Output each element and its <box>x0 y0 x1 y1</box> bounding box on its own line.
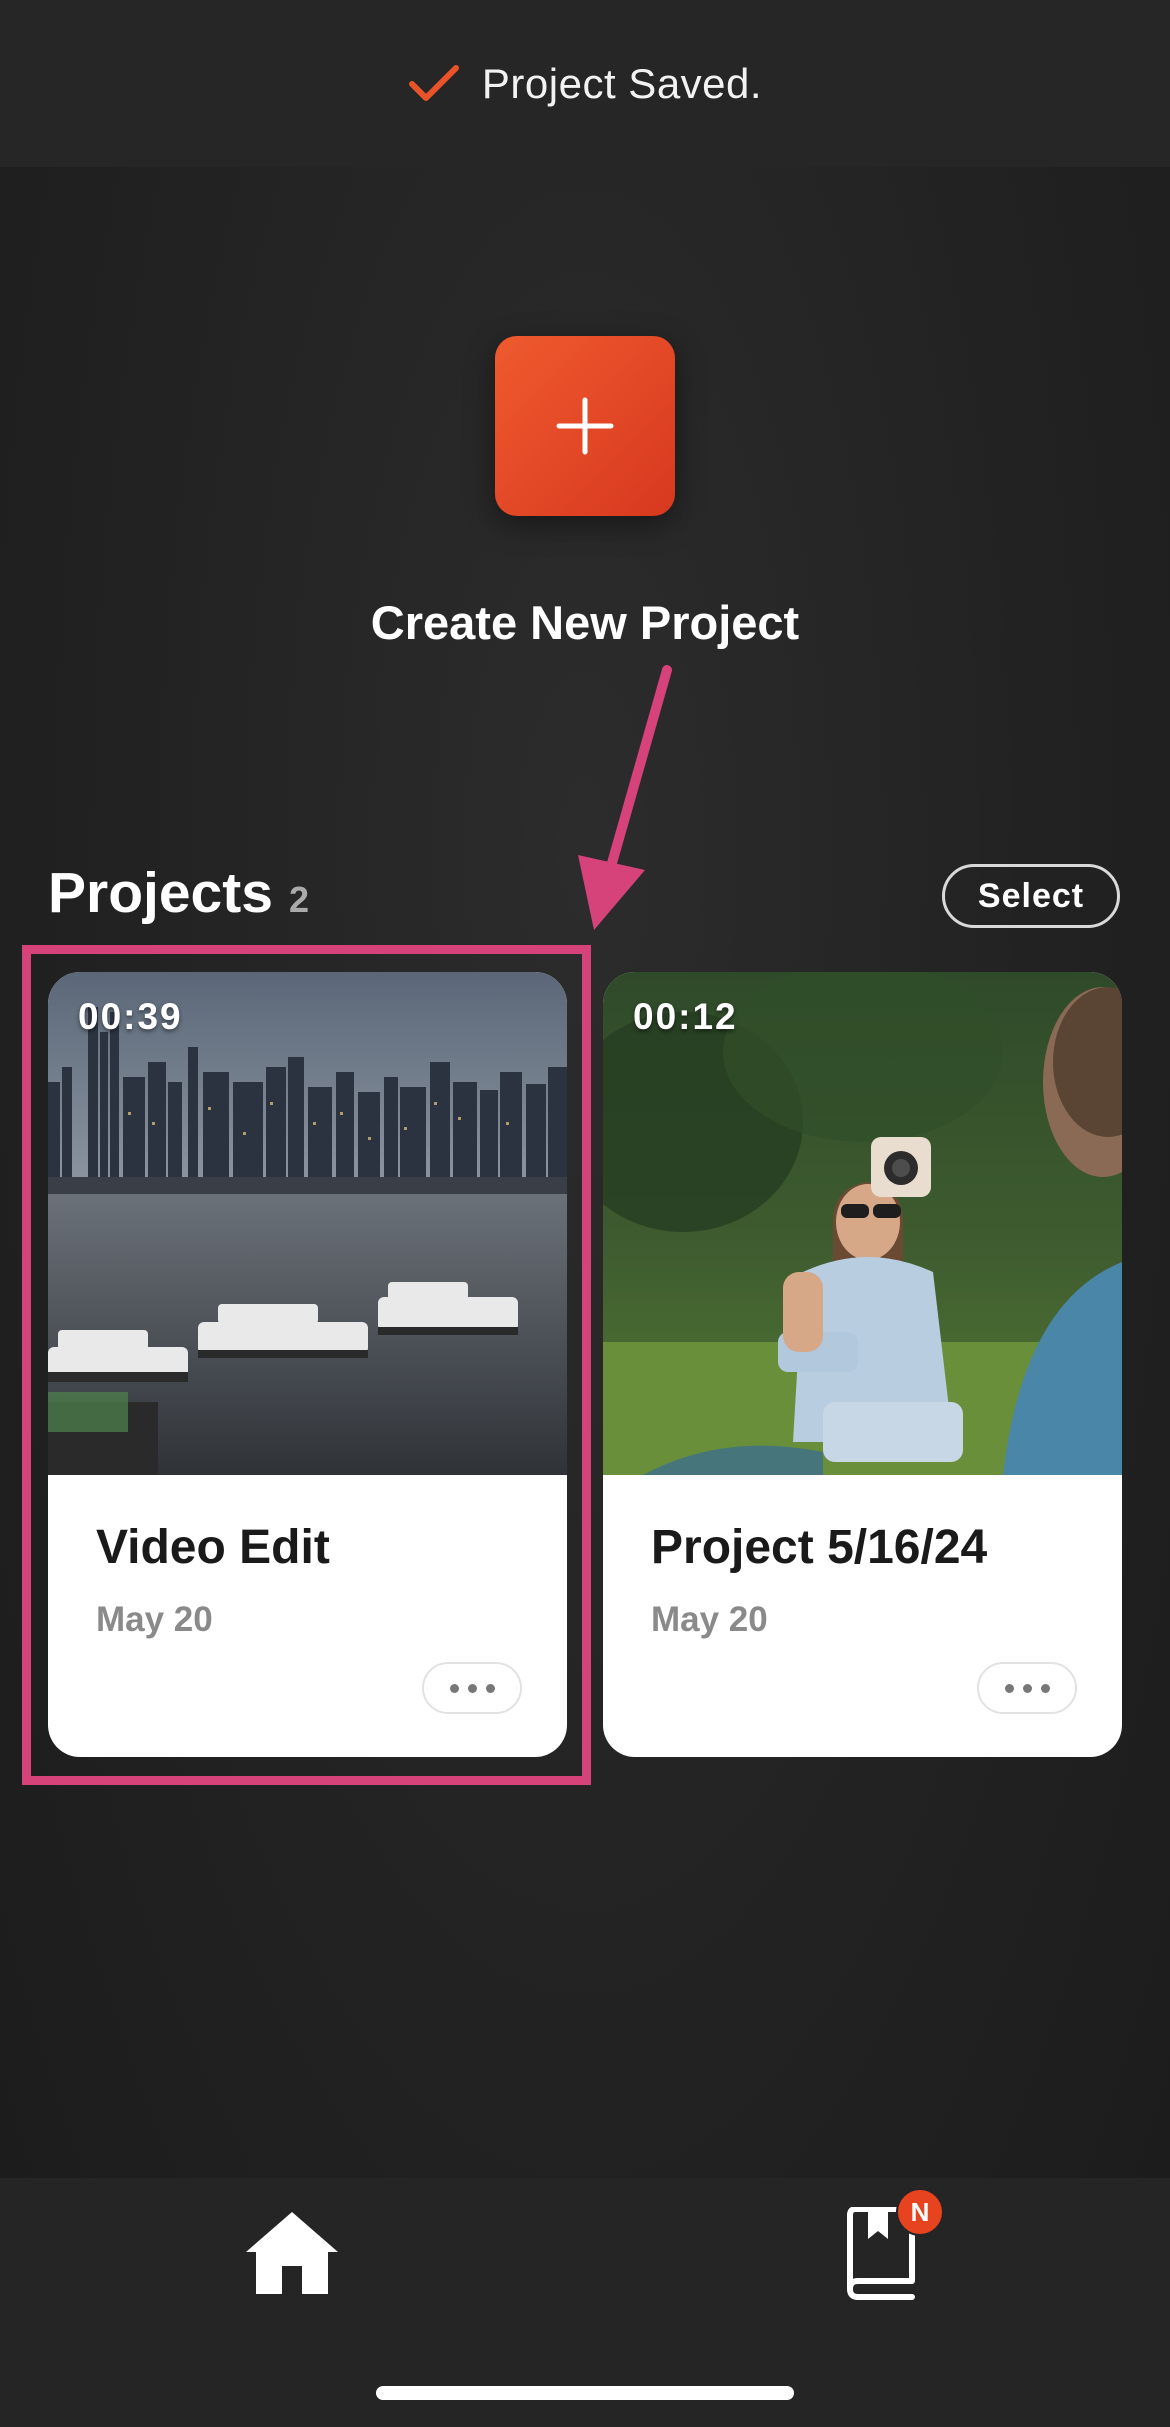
more-options-button[interactable] <box>422 1662 522 1714</box>
toast-message: Project Saved. <box>481 59 763 107</box>
project-date: May 20 <box>96 1600 213 1639</box>
plus-icon <box>556 397 614 455</box>
home-icon[interactable] <box>244 2208 340 2298</box>
project-thumbnail[interactable]: 00:39 <box>48 972 567 1475</box>
project-date: May 20 <box>651 1600 768 1639</box>
projects-count: 2 <box>288 879 309 920</box>
duration-label: 00:39 <box>78 996 183 1037</box>
create-project-label: Create New Project <box>370 596 800 649</box>
project-card[interactable]: 00:39 Video Edit May 20 <box>48 972 567 1757</box>
photographer-image <box>603 972 1122 1475</box>
ellipsis-icon <box>1004 1683 1014 1693</box>
duration-label: 00:12 <box>633 996 738 1037</box>
more-options-button[interactable] <box>977 1662 1077 1714</box>
checkmark-icon <box>408 64 459 101</box>
projects-header: Projects 2 <box>48 860 309 926</box>
notification-badge: N <box>896 2188 944 2236</box>
projects-title: Projects <box>48 861 273 925</box>
city-skyline-image <box>48 972 567 1475</box>
select-button[interactable]: Select <box>942 864 1120 928</box>
home-indicator <box>376 2386 794 2400</box>
create-project-button[interactable] <box>495 336 675 516</box>
project-thumbnail[interactable]: 00:12 <box>603 972 1122 1475</box>
project-card[interactable]: 00:12 Project 5/16/24 May 20 <box>603 972 1122 1757</box>
toast-banner: Project Saved. <box>0 0 1170 167</box>
project-title: Video Edit <box>96 1521 330 1574</box>
project-title: Project 5/16/24 <box>651 1521 988 1574</box>
ellipsis-icon <box>449 1683 459 1693</box>
